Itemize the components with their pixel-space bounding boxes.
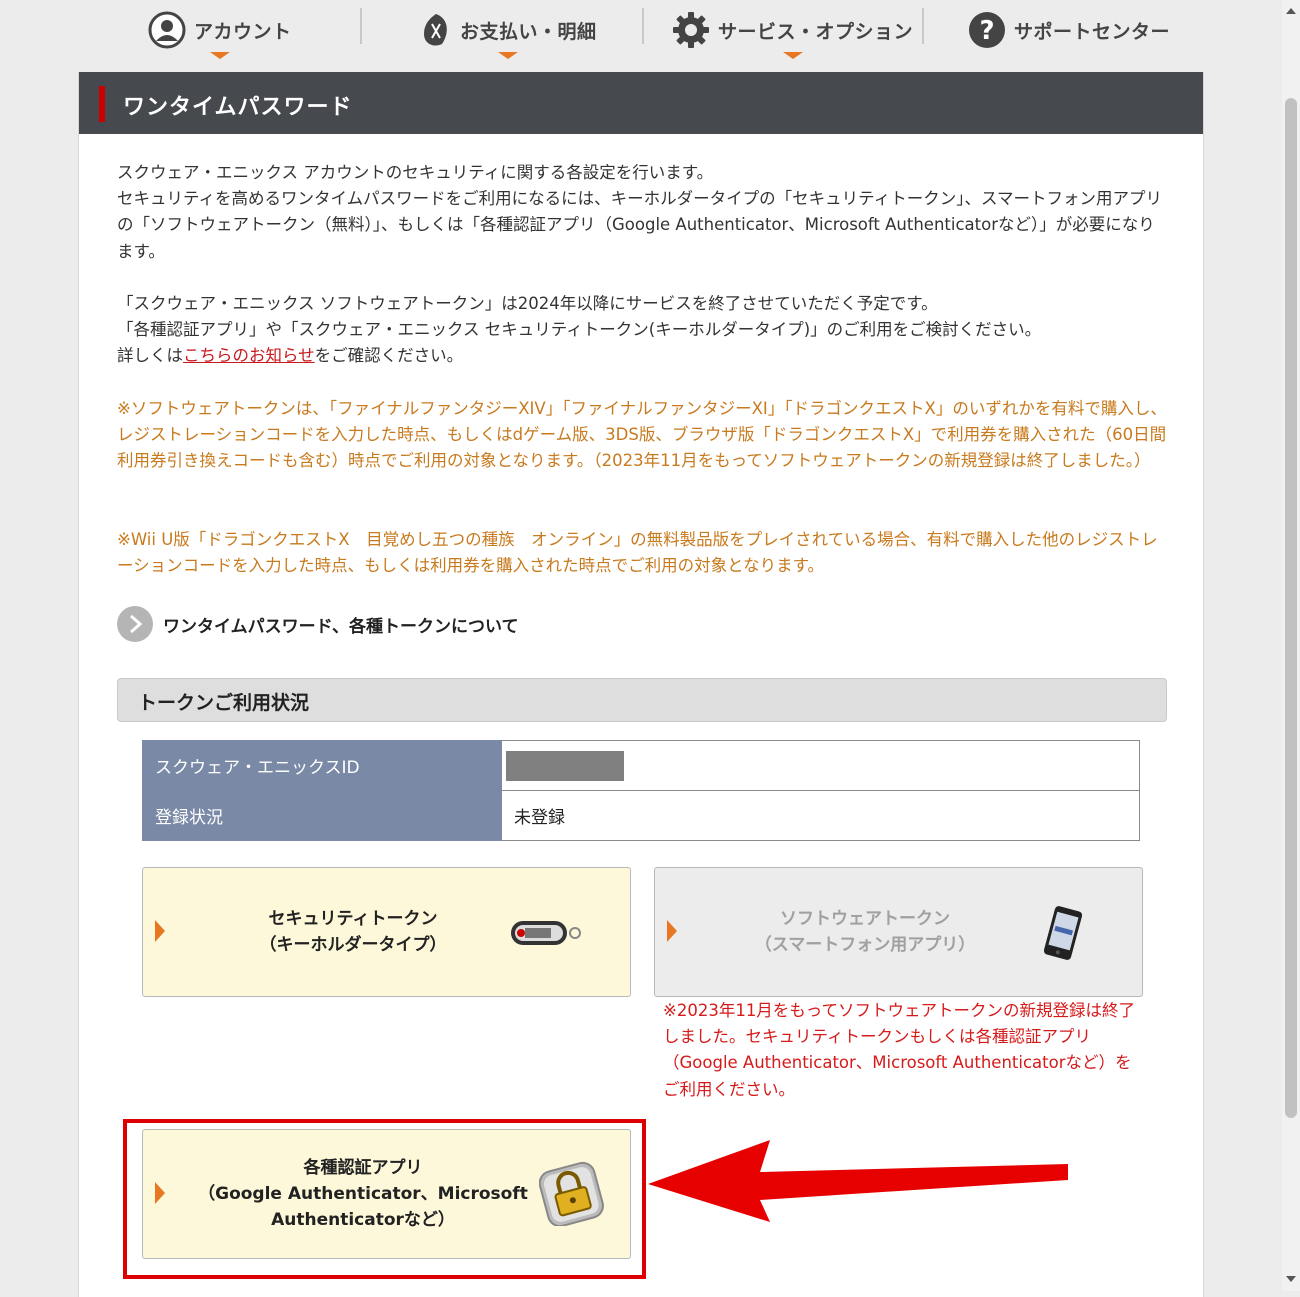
svg-text:?: ? — [979, 16, 994, 46]
intro-line-1: スクウェア・エニックス アカウントのセキュリティに関する各設定を行います。 — [117, 163, 714, 182]
notice-link[interactable]: こちらのお知らせ — [183, 346, 315, 365]
status-label: 登録状況 — [142, 790, 502, 841]
nav-service-caret — [782, 52, 803, 59]
help-icon: ? — [969, 12, 1005, 48]
software-token-line2: （スマートフォン用アプリ） — [754, 935, 976, 955]
nav-payment-label: お支払い・明細 — [460, 20, 597, 43]
security-token-label: セキュリティトークン （キーホルダータイプ） — [183, 906, 523, 958]
notice-pre: 詳しくは — [117, 346, 183, 366]
notice-line-3: 詳しくはこちらのお知らせをご確認ください。 — [117, 343, 1167, 369]
nav-payment-caret — [498, 52, 519, 59]
id-label: スクウェア・エニックスID — [142, 740, 502, 791]
highlight-box — [123, 1119, 646, 1279]
nav-service-label: サービス・オプション — [718, 20, 914, 43]
software-token-line1: ソフトウェアトークン — [780, 909, 950, 929]
wallet-icon — [424, 14, 447, 46]
page-title: ワンタイムパスワード — [123, 95, 353, 120]
software-token-button[interactable]: ソフトウェアトークン （スマートフォン用アプリ） — [654, 867, 1143, 997]
scroll-down-arrow[interactable] — [1286, 1276, 1296, 1282]
gear-icon — [673, 12, 709, 48]
status-value: 未登録 — [501, 790, 1140, 841]
scrollbar-thumb[interactable] — [1285, 98, 1297, 1118]
id-value — [501, 740, 1140, 791]
security-token-button[interactable]: セキュリティトークン （キーホルダータイプ） — [142, 867, 631, 997]
nav-divider — [642, 8, 644, 44]
software-token-ended-note: ※2023年11月をもってソフトウェアトークンの新規登録は終了しました。セキュリ… — [663, 1001, 1135, 1099]
token-info-link[interactable]: ワンタイムパスワード、各種トークンについて — [117, 606, 518, 642]
arrow-right-icon — [667, 920, 677, 942]
nav-account[interactable]: アカウント — [148, 8, 292, 59]
software-token-note: ※ソフトウェアトークンは、「ファイナルファンタジーXIV」「ファイナルファンタジ… — [117, 399, 1167, 471]
wiiu-note: ※Wii U版「ドラゴンクエストX 目覚めし五つの種族 オンライン」の無料製品版… — [117, 530, 1158, 576]
chevron-right-icon — [117, 606, 153, 642]
table-row: スクウェア・エニックスID — [142, 740, 1140, 791]
user-icon — [148, 11, 186, 49]
arrow-right-icon — [155, 920, 165, 942]
nav-divider — [922, 8, 924, 44]
arrow-left-icon — [648, 1140, 1068, 1222]
smartphone-icon — [1043, 906, 1083, 960]
security-token-line2: （キーホルダータイプ） — [259, 935, 447, 955]
token-status-table: スクウェア・エニックスID 登録状況 未登録 — [142, 740, 1140, 841]
notice-text: 「スクウェア・エニックス ソフトウェアトークン」は2024年以降にサービスを終了… — [117, 291, 1167, 370]
page-header: ワンタイムパスワード — [79, 72, 1203, 134]
id-redacted — [506, 750, 624, 781]
main-panel: ワンタイムパスワード スクウェア・エニックス アカウントのセキュリティに関する各… — [78, 72, 1204, 1297]
token-status-heading: トークンご利用状況 — [117, 678, 1167, 722]
intro-line-2: セキュリティを高めるワンタイムパスワードをご利用になるには、キーホルダータイプの… — [117, 189, 1162, 261]
token-info-label: ワンタイムパスワード、各種トークンについて — [163, 616, 519, 637]
token-status-title: トークンご利用状況 — [138, 692, 310, 714]
intro-text: スクウェア・エニックス アカウントのセキュリティに関する各設定を行います。 セキ… — [117, 160, 1167, 265]
nav-account-caret — [209, 52, 230, 59]
nav-service[interactable]: サービス・オプション — [672, 8, 914, 59]
scroll-up-arrow[interactable] — [1286, 8, 1296, 14]
nav-payment[interactable]: お支払い・明細 — [420, 8, 597, 59]
table-row: 登録状況 未登録 — [142, 790, 1140, 841]
nav-account-label: アカウント — [194, 20, 292, 43]
security-token-line1: セキュリティトークン — [268, 909, 438, 929]
nav-divider — [360, 8, 362, 44]
top-nav: アカウント お支払い・明細 サービス・オプション ? サポートセンター — [80, 0, 1200, 62]
keyfob-icon — [511, 921, 581, 945]
nav-support-label: サポートセンター — [1014, 20, 1171, 43]
notice-line-1: 「スクウェア・エニックス ソフトウェアトークン」は2024年以降にサービスを終了… — [117, 294, 938, 313]
notice-line-2: 「各種認証アプリ」や「スクウェア・エニックス セキュリティトークン(キーホルダー… — [117, 320, 1042, 340]
notice-post: をご確認ください。 — [314, 346, 464, 366]
software-token-label: ソフトウェアトークン （スマートフォン用アプリ） — [695, 906, 1035, 958]
header-accent-bar — [99, 86, 105, 122]
nav-support[interactable]: ? サポートセンター — [968, 8, 1170, 52]
